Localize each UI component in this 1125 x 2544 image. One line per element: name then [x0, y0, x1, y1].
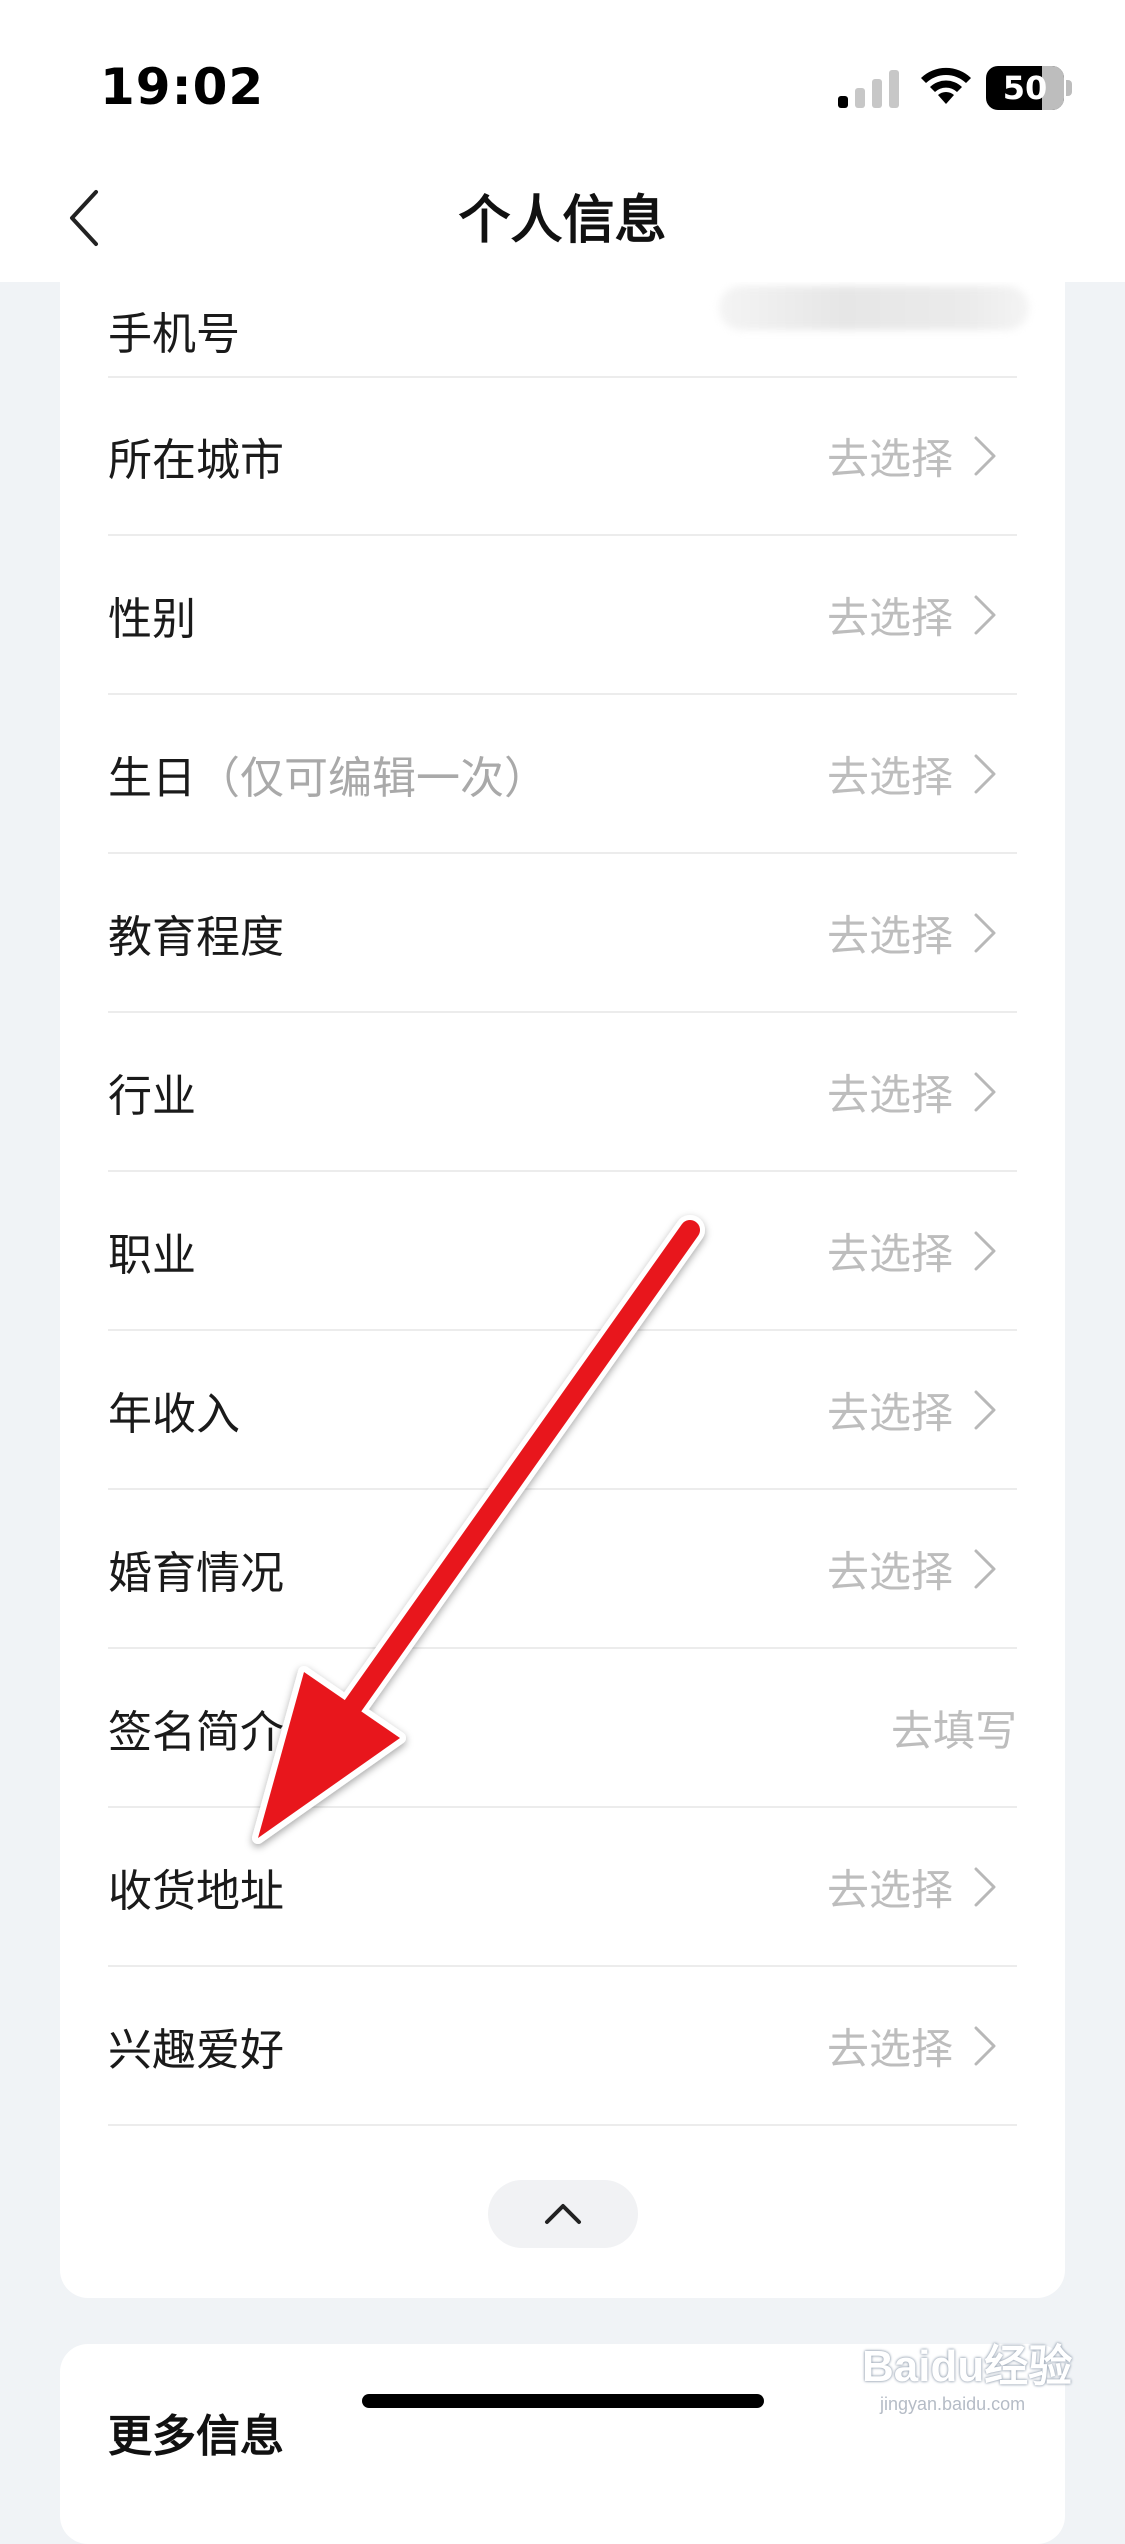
row-value: 去选择	[826, 1229, 953, 1279]
chevron-right-icon	[974, 1072, 996, 1112]
chevron-up-icon	[545, 2204, 581, 2224]
row-label-text: 兴趣爱好	[108, 2025, 284, 2076]
row-label: 签名简介	[108, 1696, 284, 1760]
battery-tip	[1066, 80, 1072, 96]
wifi-icon	[921, 67, 971, 104]
profile-row-phone[interactable]: 手机号	[108, 280, 1029, 378]
row-label: 手机号	[108, 309, 240, 360]
profile-row[interactable]: 兴趣爱好 去选择	[108, 1968, 1017, 2126]
row-label-note: （仅可编辑一次）	[196, 753, 548, 804]
profile-row[interactable]: 行业 去选择	[108, 1014, 1017, 1172]
profile-row[interactable]: 签名简介 去填写	[108, 1650, 1017, 1808]
profile-row[interactable]: 婚育情况 去选择	[108, 1491, 1017, 1649]
chevron-right-icon	[974, 595, 996, 635]
home-indicator	[362, 2394, 764, 2408]
watermark-url: jingyan.baidu.com	[880, 2394, 1026, 2414]
profile-row[interactable]: 年收入 去选择	[108, 1332, 1017, 1490]
row-value: 去选择	[826, 1547, 953, 1597]
row-label-text: 性别	[108, 594, 196, 645]
row-label: 兴趣爱好	[108, 2014, 284, 2078]
row-label-text: 收货地址	[108, 1866, 284, 1917]
row-label: 婚育情况	[108, 1537, 284, 1601]
chevron-right-icon	[974, 1231, 996, 1271]
row-value: 去选择	[826, 593, 953, 643]
battery-icon: 50	[986, 66, 1064, 110]
row-label: 行业	[108, 1060, 196, 1124]
section-title: 更多信息	[108, 2411, 284, 2462]
chevron-right-icon	[974, 1867, 996, 1907]
row-value: 去选择	[826, 1388, 953, 1438]
profile-row[interactable]: 所在城市 去选择	[108, 378, 1017, 536]
profile-row[interactable]: 教育程度 去选择	[108, 855, 1017, 1013]
row-value: 去填写	[890, 1706, 1017, 1756]
row-value: 去选择	[826, 911, 953, 961]
profile-row[interactable]: 生日（仅可编辑一次） 去选择	[108, 696, 1017, 854]
battery-level: 50	[1002, 69, 1048, 107]
chevron-right-icon	[974, 913, 996, 953]
row-label-text: 签名简介	[108, 1707, 284, 1758]
profile-card: 手机号 所在城市 去选择 性别 去选择 生日（仅可编辑一次） 去选择 教育程度 去选择 行业 去选…	[60, 220, 1065, 2298]
profile-row[interactable]: 收货地址 去选择	[108, 1809, 1017, 1967]
profile-row[interactable]: 性别 去选择	[108, 537, 1017, 695]
row-label-text: 行业	[108, 1071, 196, 1122]
row-value: 去选择	[826, 752, 953, 802]
row-label: 性别	[108, 583, 196, 647]
collapse-button[interactable]	[488, 2180, 638, 2248]
row-label: 所在城市	[108, 424, 284, 488]
page-title: 个人信息	[458, 191, 667, 251]
row-label: 教育程度	[108, 901, 284, 965]
row-label: 职业	[108, 1219, 196, 1283]
row-label-text: 职业	[108, 1230, 196, 1281]
chevron-right-icon	[974, 1390, 996, 1430]
header: 19:02 50 个人信息	[0, 0, 1125, 282]
row-label-text: 所在城市	[108, 435, 284, 486]
row-label: 收货地址	[108, 1855, 284, 1919]
row-label-text: 婚育情况	[108, 1548, 284, 1599]
status-time: 19:02	[100, 58, 265, 116]
cellular-signal-icon	[838, 70, 899, 108]
phone-value-blurred	[719, 286, 1029, 330]
row-value: 去选择	[826, 1070, 953, 1120]
row-label-text: 教育程度	[108, 912, 284, 963]
row-label: 生日（仅可编辑一次）	[108, 742, 548, 806]
row-label: 年收入	[108, 1378, 240, 1442]
chevron-right-icon	[974, 1549, 996, 1589]
row-label-text: 生日	[108, 753, 196, 804]
row-label-text: 年收入	[108, 1389, 240, 1440]
chevron-right-icon	[974, 436, 996, 476]
profile-row[interactable]: 职业 去选择	[108, 1173, 1017, 1331]
row-value: 去选择	[826, 434, 953, 484]
watermark-logo: Baidu经验	[862, 2342, 1073, 2391]
chevron-right-icon	[974, 754, 996, 794]
row-value: 去选择	[826, 1865, 953, 1915]
chevron-right-icon	[974, 2026, 996, 2066]
row-value: 去选择	[826, 2024, 953, 2074]
